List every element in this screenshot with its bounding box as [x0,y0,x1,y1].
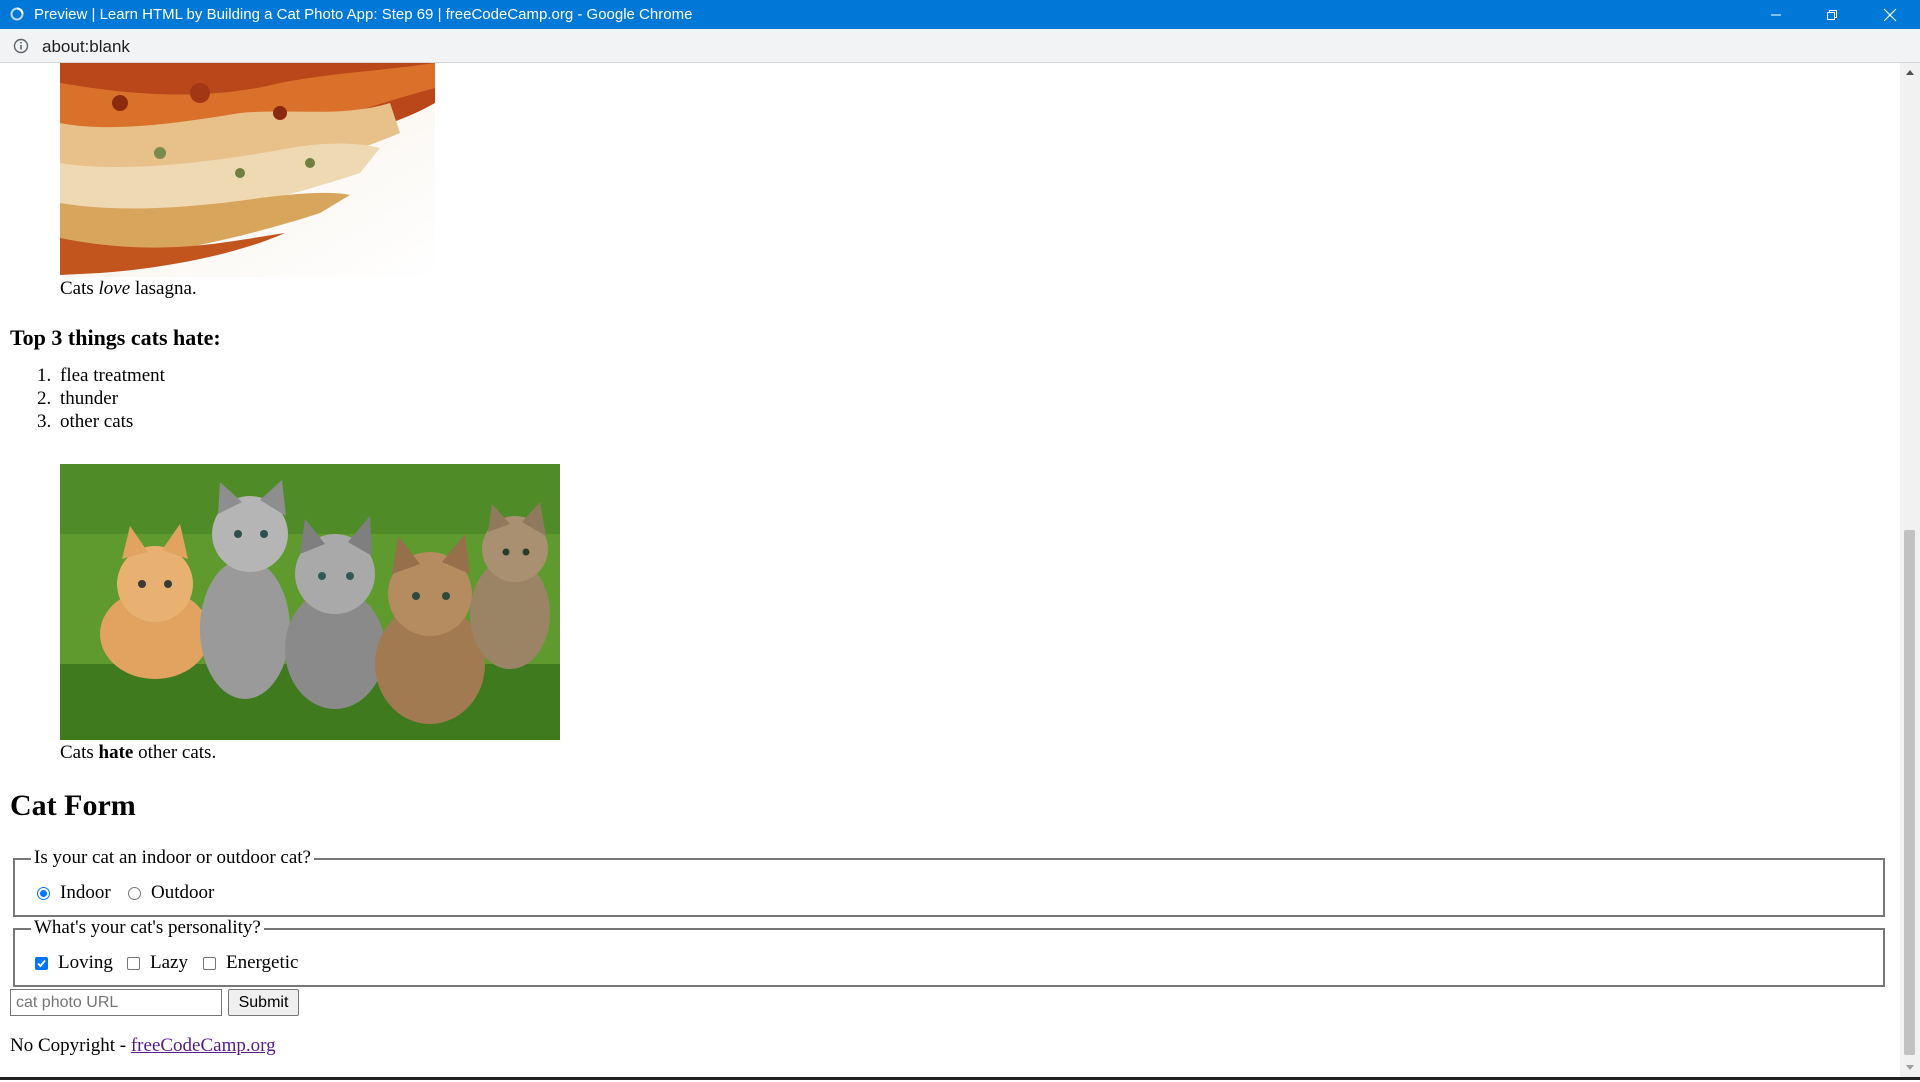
scroll-down-arrow-icon [1906,1065,1914,1070]
lasagna-picture [60,63,435,277]
lasagna-figure: Cats love lasagna. [60,63,435,299]
option-label[interactable]: Indoor [60,882,111,904]
kittens-picture [60,464,560,740]
submit-button[interactable]: Submit [228,989,299,1016]
list-item: 3. other cats [37,410,165,433]
list-number: 3. [37,411,52,432]
fieldset-legend: What's your cat's personality? [31,917,264,939]
caption-text: other cats. [133,742,217,763]
energetic-option[interactable]: Energetic [203,952,298,974]
list-item-text: other cats [60,411,134,432]
loving-option[interactable]: Loving [35,952,113,974]
kittens-image[interactable] [60,464,560,740]
lasagna-caption: Cats love lasagna. [60,278,197,300]
option-label[interactable]: Energetic [226,952,298,974]
info-icon[interactable] [13,38,29,54]
list-number: 1. [37,365,52,386]
page-viewport: Cats love lasagna. Top 3 things cats hat… [0,63,1900,1077]
list-item: 1. flea treatment [37,364,165,387]
url-text[interactable]: about:blank [42,37,130,57]
indoor-radio[interactable] [37,886,50,900]
lazy-option[interactable]: Lazy [127,952,188,974]
scroll-up-button[interactable] [1900,63,1920,83]
lazy-checkbox[interactable] [127,956,140,970]
caption-emphasis: love [98,278,131,299]
fieldset-legend: Is your cat an indoor or outdoor cat? [31,847,314,869]
hate-list: 1. flea treatment 2. thunder 3. other cats [37,364,165,433]
checkmark-icon [37,959,46,967]
minimize-icon [1771,14,1781,15]
scroll-down-button[interactable] [1900,1057,1920,1077]
option-label[interactable]: Lazy [150,952,188,974]
footer-text: No Copyright - [10,1035,131,1056]
form-heading: Cat Form [10,789,136,822]
outdoor-radio[interactable] [128,886,141,900]
caption-text: lasagna. [130,278,197,299]
list-item-text: thunder [60,388,119,409]
footer: No Copyright - freeCodeCamp.org [10,1035,276,1057]
vertical-scrollbar[interactable] [1900,63,1920,1077]
indoor-outdoor-fieldset: Is your cat an indoor or outdoor cat? In… [13,847,1885,917]
close-icon [1883,8,1897,21]
close-button[interactable] [1862,0,1918,29]
minimize-button[interactable] [1748,0,1804,29]
restore-button[interactable] [1804,0,1860,29]
indoor-option[interactable]: Indoor [37,882,111,904]
cat-photo-url-input[interactable] [10,989,222,1016]
freecodecamp-link[interactable]: freeCodeCamp.org [131,1035,276,1056]
lasagna-image[interactable] [60,63,435,277]
kittens-figure: Cats hate other cats. [60,464,560,763]
option-label[interactable]: Loving [58,952,113,974]
address-bar[interactable]: about:blank [0,29,1920,63]
option-label[interactable]: Outdoor [151,882,214,904]
loading-spinner-icon [10,7,24,21]
outdoor-option[interactable]: Outdoor [128,882,214,904]
list-item: 2. thunder [37,387,165,410]
loving-checkbox[interactable] [35,956,48,970]
scroll-up-arrow-icon [1906,70,1914,75]
caption-strong: hate [98,742,134,763]
caption-text: Cats [60,278,99,299]
window-title: Preview | Learn HTML by Building a Cat P… [34,6,693,23]
energetic-checkbox[interactable] [203,956,216,970]
window-title-bar: Preview | Learn HTML by Building a Cat P… [0,0,1920,29]
scrollbar-thumb[interactable] [1904,530,1915,1055]
hate-heading: Top 3 things cats hate: [10,325,221,350]
kittens-caption: Cats hate other cats. [60,742,216,764]
list-number: 2. [37,388,52,409]
personality-fieldset: What's your cat's personality? Loving La… [13,917,1885,987]
restore-icon [1827,9,1837,20]
list-item-text: flea treatment [60,365,165,386]
caption-text: Cats [60,742,99,763]
